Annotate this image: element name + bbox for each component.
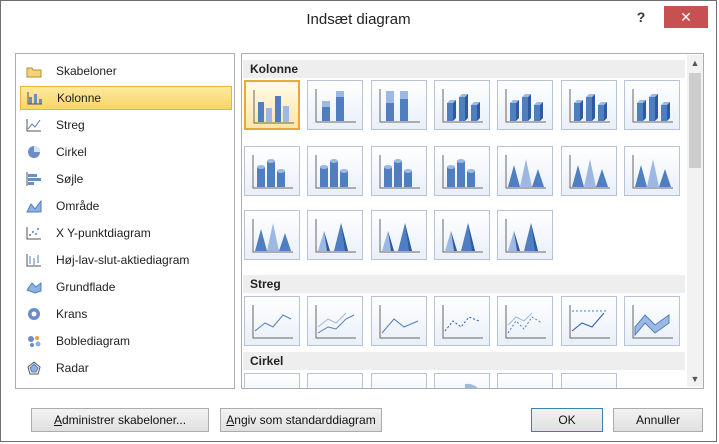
pie-chart-thumbnail-1[interactable] [307, 373, 363, 388]
insert-chart-dialog: Indsæt diagram ? ✕ Skabeloner Kolonne Stre… [0, 0, 717, 442]
column-chart-thumbnail-11[interactable] [497, 146, 553, 196]
category-item-11[interactable]: Radar [20, 356, 232, 380]
bar-chart-icon [26, 172, 42, 186]
category-label: Boblediagram [56, 334, 131, 348]
column-chart-thumbnail-3[interactable] [434, 80, 490, 130]
line-chart-icon [26, 118, 42, 132]
category-item-8[interactable]: Grundflade [20, 275, 232, 299]
category-item-6[interactable]: X Y-punktdiagram [20, 221, 232, 245]
section-header-streg: Streg [243, 275, 685, 293]
set-default-label: ngiv som standarddiagram [234, 413, 376, 427]
column-chart-thumbnail-16[interactable] [371, 210, 427, 260]
pie-chart-thumbnail-3[interactable] [434, 373, 490, 388]
category-item-10[interactable]: Boblediagram [20, 329, 232, 353]
category-label: Område [56, 199, 100, 213]
column-chart-thumbnail-9[interactable] [371, 146, 427, 196]
category-item-0[interactable]: Skabeloner [20, 59, 232, 83]
column-chart-thumbnail-1[interactable] [307, 80, 363, 130]
pie-chart-thumbnail-0[interactable] [244, 373, 300, 388]
pie-chart-thumbnail-2[interactable] [371, 373, 427, 388]
scroll-up-arrow-icon[interactable]: ▲ [687, 55, 703, 71]
pie-chart-thumbnail-4[interactable] [497, 373, 553, 388]
category-label: Krans [56, 307, 88, 321]
ok-button[interactable]: OK [531, 408, 603, 432]
category-label: Skabeloner [56, 64, 117, 78]
category-label: Radar [56, 361, 89, 375]
line-chart-thumbnail-6[interactable] [624, 296, 680, 346]
line-chart-thumbnail-5[interactable] [561, 296, 617, 346]
folder-icon [26, 64, 42, 78]
category-item-3[interactable]: Cirkel [20, 140, 232, 164]
scroll-thumb[interactable] [689, 73, 701, 168]
column-chart-thumbnail-7[interactable] [244, 146, 300, 196]
column-chart-thumbnail-2[interactable] [371, 80, 427, 130]
line-chart-thumbnail-0[interactable] [244, 296, 300, 346]
set-default-chart-button[interactable]: Angiv som standarddiagram [220, 408, 382, 432]
scroll-down-arrow-icon[interactable]: ▼ [687, 371, 703, 387]
category-label: Cirkel [56, 145, 87, 159]
manage-templates-accel: A [53, 413, 62, 427]
scatter-chart-icon [26, 226, 42, 240]
close-button[interactable]: ✕ [664, 6, 708, 28]
category-label: Grundflade [56, 280, 116, 294]
category-label: Søjle [56, 172, 84, 186]
column-chart-thumbnail-18[interactable] [497, 210, 553, 260]
gallery-scrollbar[interactable]: ▲ ▼ [687, 55, 703, 387]
category-item-9[interactable]: Krans [20, 302, 232, 326]
category-label: Høj-lav-slut-aktiediagram [56, 253, 190, 267]
column-chart-thumbnail-13[interactable] [624, 146, 680, 196]
section-header-cirkel: Cirkel [243, 352, 685, 370]
category-label: Kolonne [57, 91, 102, 105]
surface-chart-icon [26, 280, 42, 294]
column-chart-thumbnail-10[interactable] [434, 146, 490, 196]
chart-category-list: Skabeloner Kolonne Streg Cirkel Søjle Område X… [15, 53, 235, 389]
dialog-title: Indsæt diagram [306, 11, 411, 28]
category-item-1[interactable]: Kolonne [20, 86, 232, 110]
pie-chart-icon [26, 145, 42, 159]
column-chart-thumbnail-15[interactable] [307, 210, 363, 260]
bubble-chart-icon [26, 334, 42, 348]
column-chart-thumbnail-12[interactable] [561, 146, 617, 196]
pie-chart-thumbnail-5[interactable] [561, 373, 617, 388]
column-chart-thumbnail-6[interactable] [624, 80, 680, 130]
category-item-5[interactable]: Område [20, 194, 232, 218]
category-item-7[interactable]: Høj-lav-slut-aktiediagram [20, 248, 232, 272]
manage-templates-label: dministrer skabeloner... [61, 413, 187, 427]
category-item-4[interactable]: Søjle [20, 167, 232, 191]
title-bar: Indsæt diagram ? ✕ [1, 1, 716, 39]
chart-gallery: Kolonne Streg Cirkel ▲ ▼ [241, 53, 704, 389]
radar-chart-icon [26, 361, 42, 375]
column-chart-thumbnail-4[interactable] [497, 80, 553, 130]
manage-templates-button[interactable]: Administrer skabeloner... [31, 408, 209, 432]
area-chart-icon [26, 199, 42, 213]
line-chart-thumbnail-4[interactable] [497, 296, 553, 346]
column-chart-thumbnail-5[interactable] [561, 80, 617, 130]
column-chart-thumbnail-0[interactable] [244, 80, 300, 130]
stock-chart-icon [26, 253, 42, 267]
cancel-button[interactable]: Annuller [613, 408, 703, 432]
category-item-2[interactable]: Streg [20, 113, 232, 137]
section-header-kolonne: Kolonne [243, 60, 685, 78]
doughnut-chart-icon [26, 307, 42, 321]
line-chart-thumbnail-1[interactable] [307, 296, 363, 346]
column-chart-thumbnail-17[interactable] [434, 210, 490, 260]
category-label: X Y-punktdiagram [56, 226, 151, 240]
category-label: Streg [56, 118, 85, 132]
line-chart-thumbnail-3[interactable] [434, 296, 490, 346]
column-chart-thumbnail-8[interactable] [307, 146, 363, 196]
column-chart-thumbnail-14[interactable] [244, 210, 300, 260]
column-chart-icon [27, 91, 43, 105]
help-button[interactable]: ? [632, 9, 650, 27]
line-chart-thumbnail-2[interactable] [371, 296, 427, 346]
